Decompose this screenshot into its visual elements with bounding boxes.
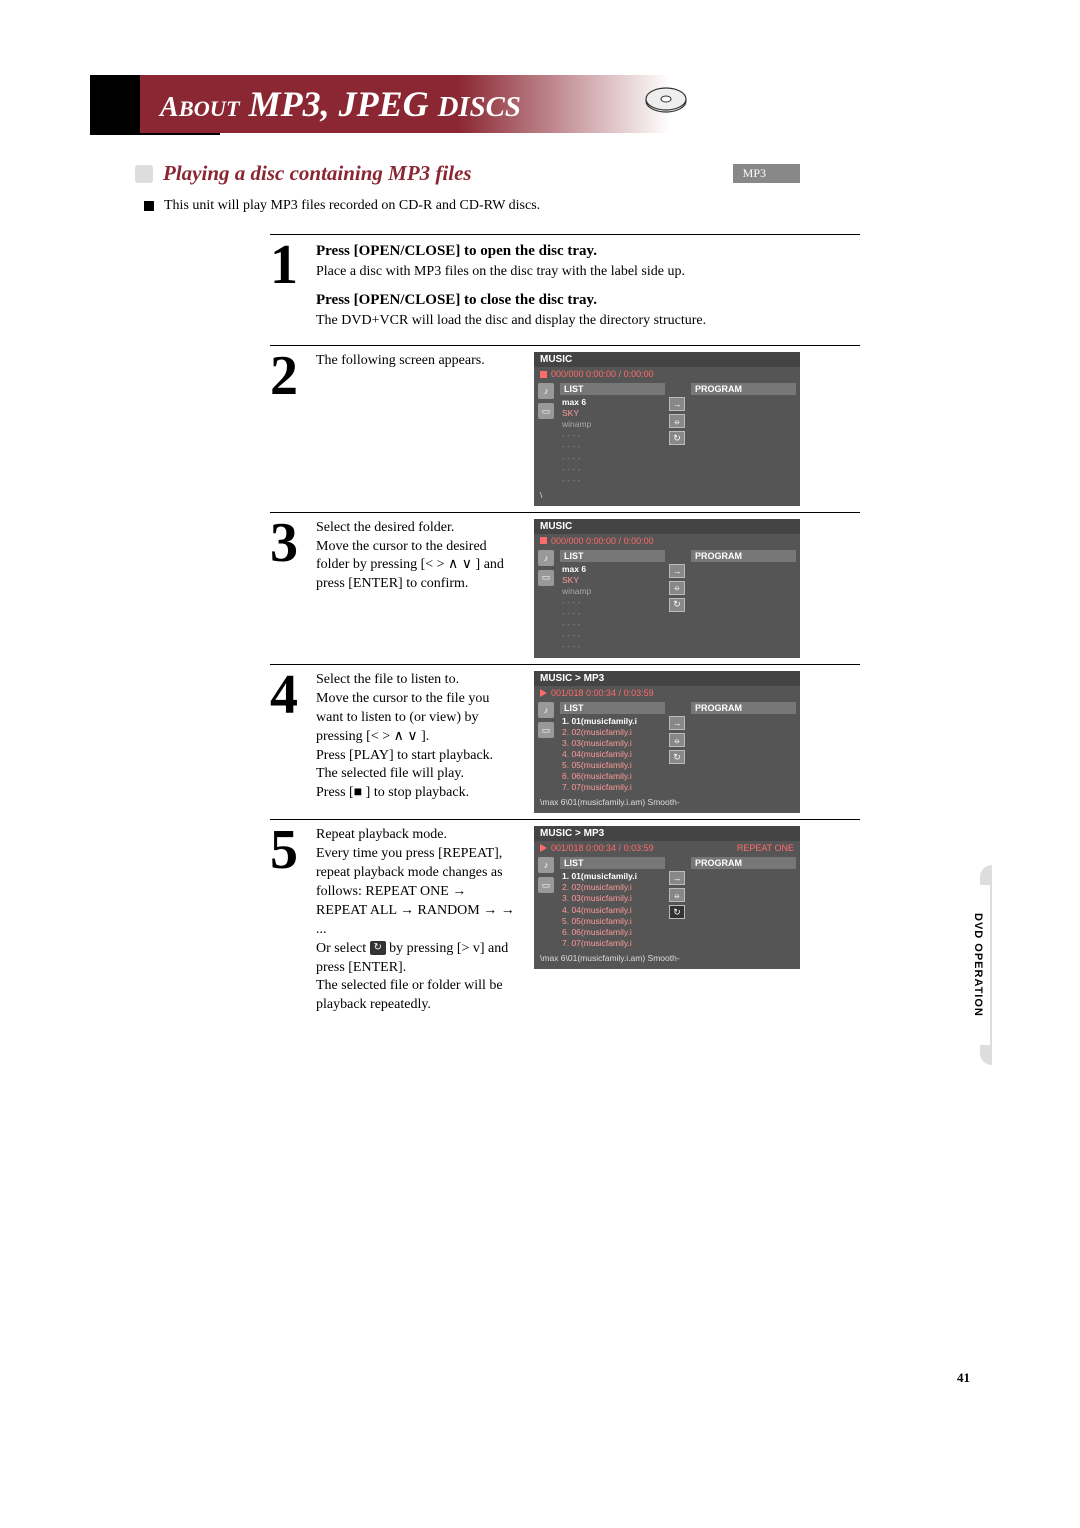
step-5: 5 Repeat playback mode. Every time you p…	[270, 826, 860, 1015]
osd-screen: MUSIC > MP3 001/018 0:00:34 / 0:03:59 ♪ …	[534, 671, 800, 813]
picture-mode-icon: ▭	[538, 403, 554, 419]
step-heading: Repeat playback mode.	[316, 826, 516, 845]
list-items: max 6 SKY winamp - - - - - - - - - - - -…	[560, 564, 665, 652]
disc-icon	[644, 77, 688, 121]
title-banner: ABOUT MP3, JPEG DISCS	[140, 75, 670, 133]
osd-screen: MUSIC 000/000 0:00:00 / 0:00:00 ♪ ▭ LIST	[534, 352, 800, 505]
repeat-icon: ↻	[669, 750, 685, 764]
list-header: LIST	[560, 702, 665, 714]
repeat-status: REPEAT ONE	[737, 843, 794, 853]
clear-icon: ⦵	[669, 733, 685, 747]
osd-screen: MUSIC > MP3 001/018 0:00:34 / 0:03:59REP…	[534, 826, 800, 968]
mp3-badge: MP3	[733, 164, 800, 183]
step-3: 3 Select the desired folder. Move the cu…	[270, 519, 860, 658]
step-1: 1 Press [OPEN/CLOSE] to open the disc tr…	[270, 241, 860, 339]
play-icon	[540, 689, 547, 697]
music-mode-icon: ♪	[538, 857, 554, 873]
osd-header: MUSIC	[534, 519, 800, 534]
section-title: Playing a disc containing MP3 files	[163, 161, 733, 186]
osd-footer: \max 6\01(musicfamily.i.am) Smooth-	[534, 951, 800, 965]
repeat-inline-icon: ↻	[370, 941, 386, 955]
section-bullet-icon	[135, 165, 153, 183]
list-items: max 6 SKY winamp - - - - - - - - - - - -…	[560, 397, 665, 485]
divider	[270, 512, 860, 513]
stop-icon	[540, 537, 547, 544]
steps-container: 1 Press [OPEN/CLOSE] to open the disc tr…	[270, 234, 860, 1015]
step-text: The following screen appears.	[316, 352, 516, 371]
divider	[270, 819, 860, 820]
osd-footer: \	[534, 488, 800, 502]
osd-footer: \max 6\01(musicfamily.i.am) Smooth-	[534, 795, 800, 809]
divider	[270, 345, 860, 346]
step-4: 4 Select the file to listen to. Move the…	[270, 671, 860, 813]
step-text: The DVD+VCR will load the disc and displ…	[316, 312, 860, 331]
repeat-icon: ↻	[669, 598, 685, 612]
program-header: PROGRAM	[691, 857, 796, 869]
step-2: 2 The following screen appears. MUSIC 00…	[270, 352, 860, 505]
arrow-right-icon: →	[669, 716, 685, 730]
repeat-icon: ↻	[669, 905, 685, 919]
step-heading: Press [OPEN/CLOSE] to open the disc tray…	[316, 241, 860, 261]
osd-status: 001/018 0:00:34 / 0:03:59REPEAT ONE	[534, 841, 800, 855]
osd-status: 000/000 0:00:00 / 0:00:00	[534, 534, 800, 548]
step-number: 3	[270, 515, 316, 571]
step-number: 4	[270, 667, 316, 723]
divider	[270, 664, 860, 665]
stop-icon	[540, 371, 547, 378]
step-text: Or select ↻ by pressing [> v] and press …	[316, 940, 516, 978]
list-header: LIST	[560, 383, 665, 395]
clear-icon: ⦵	[669, 888, 685, 902]
osd-status: 001/018 0:00:34 / 0:03:59	[534, 686, 800, 700]
program-header: PROGRAM	[691, 383, 796, 395]
picture-mode-icon: ▭	[538, 877, 554, 893]
osd-header: MUSIC	[534, 352, 800, 367]
music-mode-icon: ♪	[538, 702, 554, 718]
intro-text: This unit will play MP3 files recorded o…	[164, 198, 540, 214]
clear-icon: ⦵	[669, 581, 685, 595]
picture-mode-icon: ▭	[538, 570, 554, 586]
step-text: The selected file will play.	[316, 765, 516, 784]
list-items: 1. 01(musicfamily.i 2. 02(musicfamily.i …	[560, 716, 665, 793]
program-header: PROGRAM	[691, 550, 796, 562]
list-items: 1. 01(musicfamily.i 2. 02(musicfamily.i …	[560, 871, 665, 948]
square-bullet-icon	[144, 201, 154, 211]
arrow-right-icon: →	[669, 397, 685, 411]
step-text: Every time you press [REPEAT], repeat pl…	[316, 845, 516, 939]
arrow-right-icon: →	[669, 871, 685, 885]
osd-screen: MUSIC 000/000 0:00:00 / 0:00:00 ♪ ▭ LIST	[534, 519, 800, 658]
osd-status: 000/000 0:00:00 / 0:00:00	[534, 367, 800, 381]
section-header-row: Playing a disc containing MP3 files MP3	[135, 161, 980, 186]
step-number: 5	[270, 822, 316, 878]
play-icon	[540, 844, 547, 852]
step-number: 2	[270, 348, 316, 404]
divider	[270, 234, 860, 235]
page-title: ABOUT MP3, JPEG DISCS	[160, 84, 521, 124]
program-header: PROGRAM	[691, 702, 796, 714]
intro-row: This unit will play MP3 files recorded o…	[144, 198, 980, 214]
arrow-right-icon: →	[669, 564, 685, 578]
step-heading: Select the desired folder.	[316, 519, 516, 538]
list-header: LIST	[560, 550, 665, 562]
step-text: Move the cursor to the file you want to …	[316, 690, 516, 747]
osd-header: MUSIC > MP3	[534, 826, 800, 841]
step-text: Place a disc with MP3 files on the disc …	[316, 263, 860, 282]
osd-header: MUSIC > MP3	[534, 671, 800, 686]
clear-icon: ⦵	[669, 414, 685, 428]
step-number: 1	[270, 237, 316, 293]
step-heading: Press [■ ] to stop playback.	[316, 784, 516, 803]
side-tab: DVD OPERATION	[966, 885, 990, 1045]
picture-mode-icon: ▭	[538, 722, 554, 738]
repeat-icon: ↻	[669, 431, 685, 445]
page-number: 41	[957, 1370, 970, 1386]
list-header: LIST	[560, 857, 665, 869]
step-heading: Press [PLAY] to start playback.	[316, 747, 516, 766]
step-heading: Press [OPEN/CLOSE] to close the disc tra…	[316, 290, 860, 310]
step-text: The selected file or folder will be play…	[316, 977, 516, 1015]
step-text: Move the cursor to the desired folder by…	[316, 538, 516, 595]
music-mode-icon: ♪	[538, 383, 554, 399]
music-mode-icon: ♪	[538, 550, 554, 566]
step-heading: Select the file to listen to.	[316, 671, 516, 690]
